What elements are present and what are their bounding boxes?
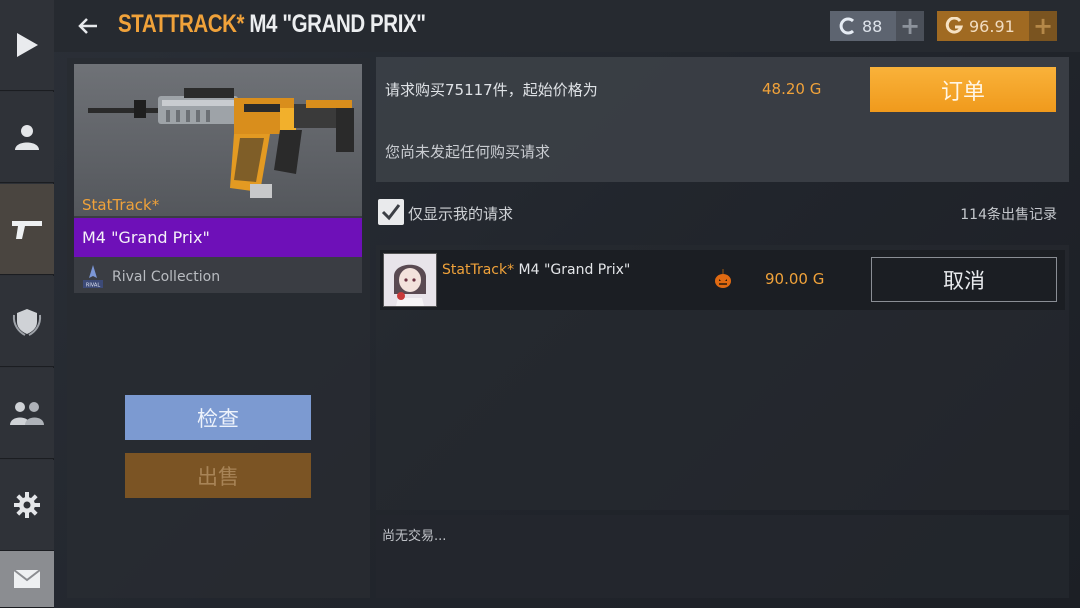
nav-ranks[interactable] <box>0 276 54 367</box>
buy-request-panel: 请求购买75117件，起始价格为 48.20 G 订单 您尚未发起任何购买请求 <box>376 57 1069 182</box>
weapon-image <box>74 64 362 216</box>
mail-icon <box>13 569 41 588</box>
order-name: M4 "Grand Prix" <box>514 262 631 278</box>
gold-balance: 96.91 + <box>937 11 1057 41</box>
title-stattrack: STATTRACK* <box>118 10 245 38</box>
credits-value: 88 <box>862 16 883 36</box>
filter-row: 仅显示我的请求 114条出售记录 <box>376 194 1069 232</box>
rival-collection-icon: RIVAL <box>83 264 103 288</box>
only-mine-label[interactable]: 仅显示我的请求 <box>408 203 513 224</box>
credits-balance: 88 + <box>830 11 924 41</box>
gold-value: 96.91 <box>969 16 1015 36</box>
profile-icon <box>15 125 39 150</box>
collection-row: RIVAL Rival Collection <box>74 260 362 293</box>
back-button[interactable] <box>74 12 102 40</box>
top-bar: STATTRACK* M4 "GRAND PRIX" 88 + 96.91 + <box>54 0 1080 52</box>
play-icon <box>17 33 38 57</box>
order-row: StatTrack* M4 "Grand Prix" 90.00 G 取消 <box>380 250 1065 310</box>
add-gold-button[interactable]: + <box>1029 11 1057 41</box>
side-nav <box>0 0 54 608</box>
order-button[interactable]: 订单 <box>870 67 1056 112</box>
sell-button[interactable]: 出售 <box>125 453 311 498</box>
cancel-order-button[interactable]: 取消 <box>871 257 1057 302</box>
order-thumbnail <box>383 253 437 307</box>
page-title: STATTRACK* M4 "GRAND PRIX" <box>118 10 426 39</box>
no-requests-text: 您尚未发起任何购买请求 <box>385 143 551 161</box>
checkmark-icon <box>381 204 401 221</box>
only-mine-checkbox[interactable] <box>378 199 404 225</box>
stattrack-label: StatTrack* <box>82 196 160 214</box>
item-name-bar: M4 "Grand Prix" <box>74 218 362 257</box>
trade-history-panel: 尚无交易... <box>376 515 1069 598</box>
credits-icon <box>839 17 855 35</box>
nav-settings[interactable] <box>0 460 54 551</box>
nav-profile[interactable] <box>0 92 54 183</box>
order-stattrack: StatTrack* <box>442 262 515 278</box>
nav-mail[interactable] <box>0 551 54 608</box>
nav-inventory[interactable] <box>0 184 54 275</box>
svg-text:RIVAL: RIVAL <box>86 282 100 288</box>
gold-icon <box>945 17 963 34</box>
rank-shield-icon <box>12 309 42 336</box>
pumpkin-icon <box>714 269 732 293</box>
order-price: 90.00 G <box>765 270 825 288</box>
title-item-name: M4 "GRAND PRIX" <box>249 10 426 38</box>
buy-request-text: 请求购买75117件，起始价格为 <box>385 81 598 99</box>
collection-name: Rival Collection <box>112 268 221 285</box>
back-arrow-icon <box>78 18 97 34</box>
nav-play[interactable] <box>0 0 54 91</box>
no-trades-text: 尚无交易... <box>382 529 447 544</box>
item-card: StatTrack* M4 "Grand Prix" RIVAL Rival C… <box>74 64 362 293</box>
nav-friends[interactable] <box>0 368 54 459</box>
add-credits-button[interactable]: + <box>896 11 924 41</box>
start-price: 48.20 G <box>762 80 822 98</box>
gear-icon <box>14 492 40 518</box>
inspect-button[interactable]: 检查 <box>125 395 311 440</box>
order-item-name: StatTrack* M4 "Grand Prix" <box>442 261 632 280</box>
sales-count: 114条出售记录 <box>960 207 1057 223</box>
friends-icon <box>10 402 44 425</box>
pistol-icon <box>12 221 42 239</box>
